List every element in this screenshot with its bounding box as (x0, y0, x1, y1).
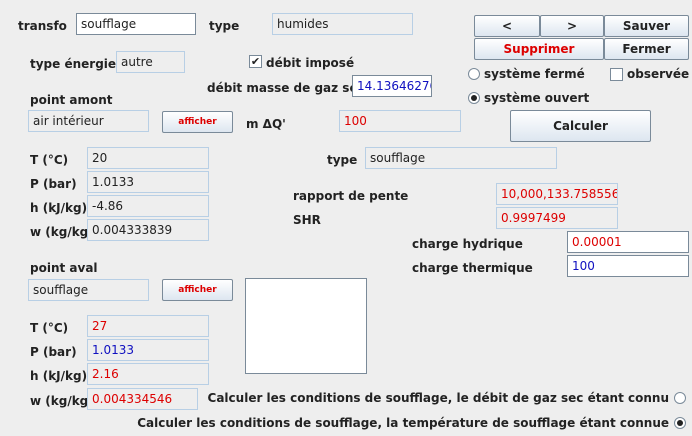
water-load-label: charge hydrique (412, 237, 523, 251)
water-load-input[interactable]: 0.00001 (567, 231, 689, 253)
prev-button[interactable]: < (474, 15, 540, 37)
downstream-h-field: 2.16 (87, 363, 209, 385)
calculate-button[interactable]: Calculer (510, 110, 651, 142)
delete-button[interactable]: Supprimer (474, 38, 604, 60)
closed-system-label: système fermé (484, 67, 585, 81)
closed-system-radio[interactable] (468, 68, 480, 80)
close-button[interactable]: Fermer (604, 38, 689, 60)
process-type-label: type (327, 153, 358, 167)
upstream-w-label: w (kg/kg) (30, 225, 94, 239)
slope-ratio-label: rapport de pente (293, 189, 409, 203)
upstream-T-label: T (°C) (30, 153, 69, 167)
observed-checkbox[interactable] (610, 68, 623, 81)
imposed-flow-checkbox[interactable]: ✔ (249, 55, 262, 68)
transfo-input[interactable]: soufflage (76, 13, 196, 35)
option-known-flow-radio[interactable] (674, 392, 686, 404)
downstream-point-field: soufflage (28, 279, 149, 301)
option-known-temperature-label: Calculer les conditions de soufflage, la… (137, 416, 669, 430)
dry-gas-mass-flow-label: débit masse de gaz sec (207, 81, 365, 95)
dry-gas-mass-flow-input[interactable]: 14.13646276 (352, 75, 432, 97)
open-system-label: système ouvert (484, 91, 590, 105)
upstream-T-field: 20 (87, 147, 209, 169)
m-delta-q-label: m ΔQ' (246, 117, 286, 131)
upstream-w-field: 0.004333839 (87, 219, 209, 241)
downstream-point-title: point aval (30, 261, 98, 275)
downstream-T-label: T (°C) (30, 321, 69, 335)
upstream-point-field: air intérieur (28, 110, 149, 132)
type-field: humides (272, 13, 413, 35)
save-button[interactable]: Sauver (604, 15, 689, 37)
energy-type-field: autre (116, 51, 185, 73)
slope-ratio-field: 10,000,133.758556 (496, 183, 618, 205)
thermal-load-label: charge thermique (412, 261, 533, 275)
upstream-P-label: P (bar) (30, 177, 77, 191)
notes-textarea[interactable] (245, 278, 367, 374)
downstream-T-field: 27 (87, 315, 209, 337)
shr-label: SHR (293, 213, 321, 227)
open-system-radio[interactable] (468, 92, 480, 104)
process-type-field: soufflage (365, 147, 557, 169)
upstream-h-field: -4.86 (87, 195, 209, 217)
option-known-temperature-radio[interactable] (674, 417, 686, 429)
upstream-point-title: point amont (30, 93, 113, 107)
option-known-flow-label: Calculer les conditions de soufflage, le… (207, 391, 669, 405)
downstream-w-field: 0.004334546 (87, 388, 198, 410)
upstream-h-label: h (kJ/kg) (30, 201, 88, 215)
energy-type-label: type énergie (30, 57, 117, 71)
downstream-P-field: 1.0133 (87, 339, 209, 361)
m-delta-q-field: 100 (339, 110, 461, 132)
downstream-show-button[interactable]: afficher (162, 279, 233, 301)
imposed-flow-label: débit imposé (266, 56, 355, 70)
next-button[interactable]: > (540, 15, 604, 37)
thermal-load-input[interactable]: 100 (567, 255, 689, 277)
transfo-label: transfo (18, 19, 67, 33)
observed-label: observée (627, 67, 690, 81)
downstream-w-label: w (kg/kg) (30, 394, 94, 408)
downstream-h-label: h (kJ/kg) (30, 369, 88, 383)
type-label: type (209, 19, 240, 33)
downstream-P-label: P (bar) (30, 345, 77, 359)
upstream-show-button[interactable]: afficher (162, 111, 233, 133)
upstream-P-field: 1.0133 (87, 171, 209, 193)
shr-field: 0.9997499 (496, 207, 618, 229)
